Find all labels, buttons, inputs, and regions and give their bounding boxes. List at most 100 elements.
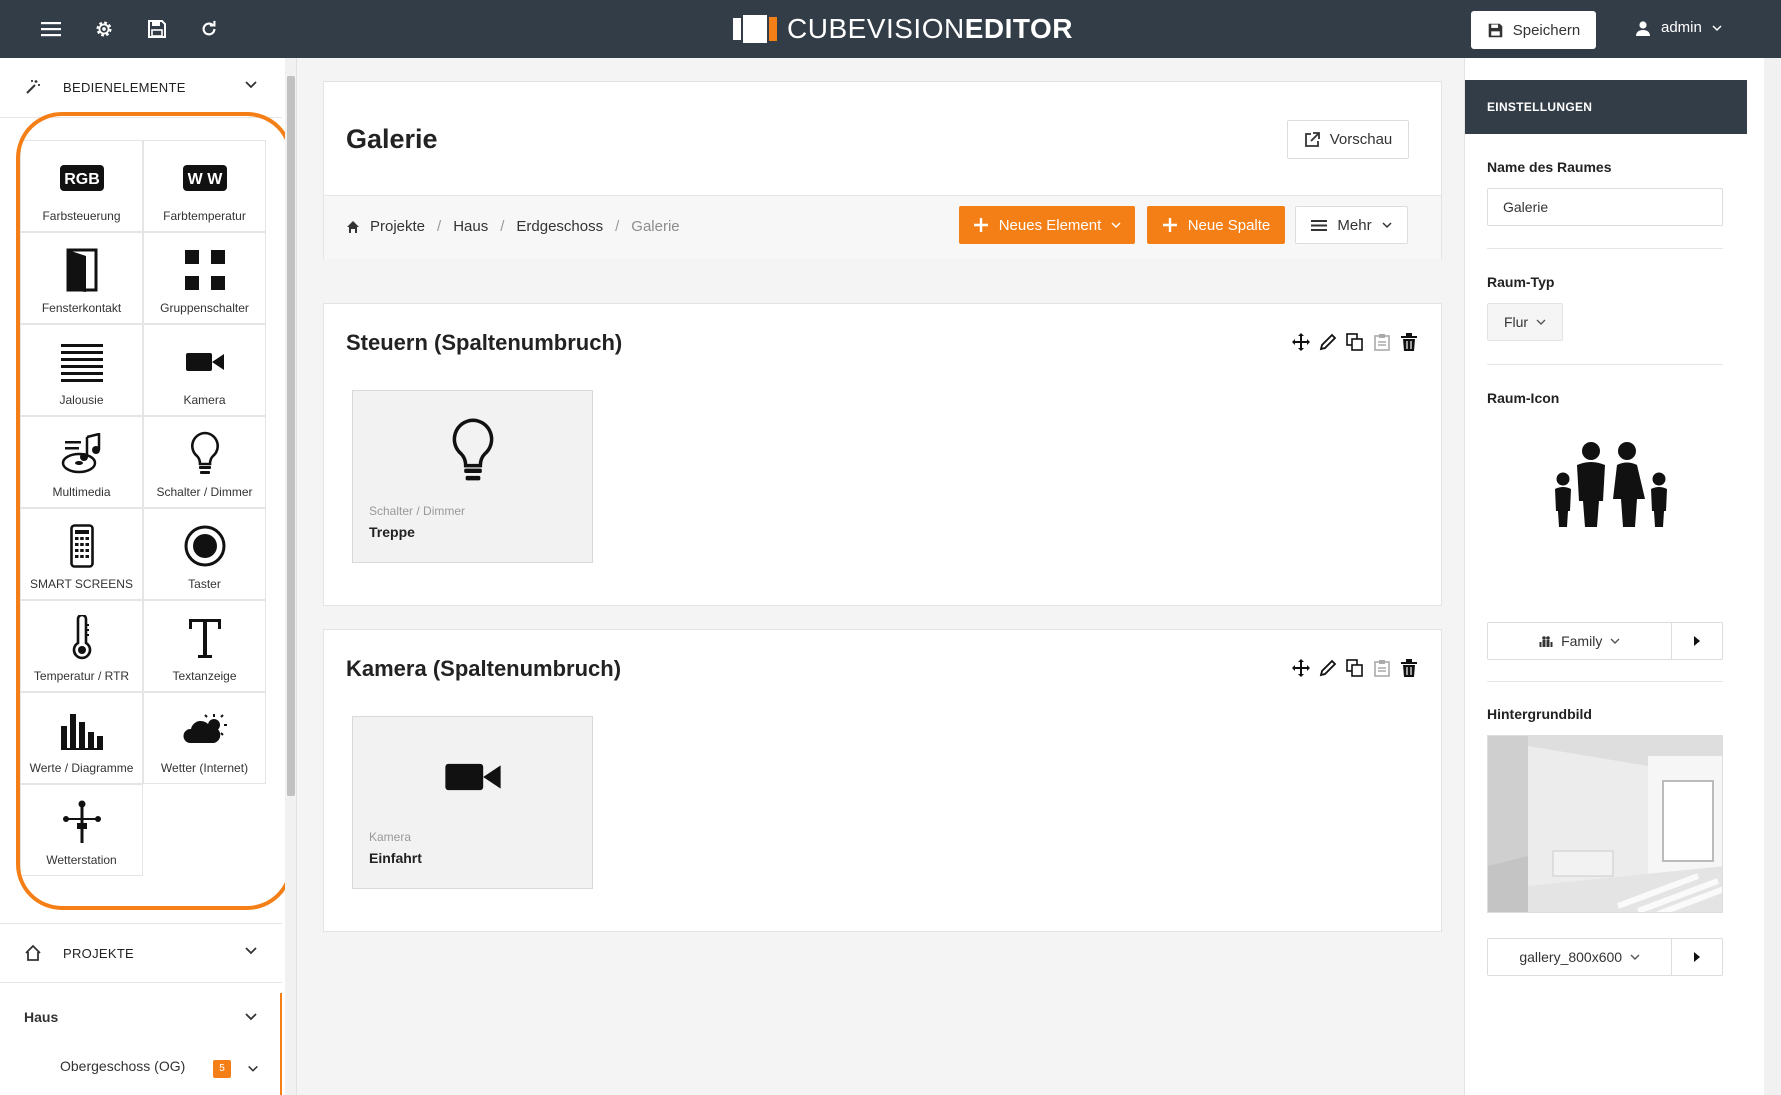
element-tile-fensterkontakt[interactable]: Fensterkontakt — [20, 232, 143, 324]
section-title: Kamera (Spaltenumbruch) — [346, 656, 622, 681]
move-icon[interactable] — [1291, 658, 1311, 678]
breadcrumb-item-projekte[interactable]: Projekte — [370, 218, 425, 235]
divider — [1487, 248, 1723, 249]
sidebar-scroll-thumb[interactable] — [287, 76, 295, 796]
room-icon-dropdown[interactable]: Family — [1488, 623, 1673, 659]
element-tile-werte-diagramme[interactable]: Werte / Diagramme — [20, 692, 143, 784]
element-tile-gruppenschalter[interactable]: Gruppenschalter — [143, 232, 266, 324]
floppy-disk-icon[interactable] — [142, 14, 172, 44]
room-name-label: Name des Raumes — [1487, 159, 1612, 175]
save-button-label: Speichern — [1512, 21, 1581, 39]
sidebar-section-label: BEDIENELEMENTE — [63, 80, 186, 95]
divider — [1487, 681, 1723, 682]
video-camera-icon — [353, 737, 592, 817]
tree-item-label: Haus — [24, 1009, 59, 1025]
text-t-icon — [144, 615, 265, 661]
element-tile-temperatur-rtr[interactable]: Temperatur / RTR — [20, 600, 143, 692]
element-tile-label: Fensterkontakt — [41, 301, 122, 315]
element-card-einfahrt[interactable]: Kamera Einfahrt — [352, 716, 593, 889]
weather-station-icon — [21, 799, 142, 845]
pencil-icon[interactable] — [1318, 658, 1338, 678]
more-button[interactable]: Mehr — [1295, 206, 1408, 244]
window-contact-icon — [21, 247, 142, 293]
room-type-select[interactable]: Flur — [1487, 303, 1563, 341]
sidebar-section-projekte[interactable]: PROJEKTE — [0, 923, 282, 983]
user-icon — [1636, 20, 1650, 36]
refresh-icon[interactable] — [194, 14, 224, 44]
new-element-button[interactable]: Neues Element — [959, 206, 1135, 244]
room-type-value: Flur — [1503, 314, 1529, 330]
breadcrumb-bar: Projekte / Haus / Erdgeschoss / Galerie … — [324, 195, 1441, 259]
element-tile-schalter-dimmer[interactable]: Schalter / Dimmer — [143, 416, 266, 508]
element-tile-farbsteuerung[interactable]: RGB Farbsteuerung — [20, 140, 143, 232]
gear-icon[interactable] — [89, 14, 119, 44]
chevron-down-icon[interactable] — [247, 1062, 259, 1080]
plus-icon — [973, 218, 988, 232]
clipboard-icon[interactable] — [1372, 332, 1392, 352]
element-tile-textanzeige[interactable]: Textanzeige — [143, 600, 266, 692]
trash-icon[interactable] — [1399, 332, 1419, 352]
weather-icon — [144, 707, 265, 753]
breadcrumb-item-erdgeschoss[interactable]: Erdgeschoss — [516, 218, 603, 235]
bar-chart-icon — [21, 707, 142, 753]
chevron-down-icon — [1111, 222, 1121, 229]
room-name-input[interactable] — [1487, 188, 1723, 226]
video-camera-icon — [144, 339, 265, 385]
cube-logo-icon — [733, 15, 779, 43]
save-button[interactable]: Speichern — [1471, 11, 1596, 49]
element-tile-multimedia[interactable]: Multimedia — [20, 416, 143, 508]
element-tile-kamera[interactable]: Kamera — [143, 324, 266, 416]
chevron-down-icon — [1712, 24, 1722, 31]
background-image-next-button[interactable] — [1672, 939, 1722, 975]
element-tile-jalousie[interactable]: Jalousie — [20, 324, 143, 416]
element-card-treppe[interactable]: Schalter / Dimmer Treppe — [352, 390, 593, 563]
new-column-button[interactable]: Neue Spalte — [1147, 206, 1285, 244]
element-tile-wetterstation[interactable]: Wetterstation — [20, 784, 143, 876]
tree-item-haus[interactable]: Haus — [0, 986, 282, 1048]
sidebar-section-bedienelemente[interactable]: BEDIENELEMENTE — [0, 58, 282, 118]
move-icon[interactable] — [1291, 332, 1311, 352]
breadcrumb: Projekte / Haus / Erdgeschoss / Galerie — [346, 218, 680, 235]
svg-text:RGB: RGB — [64, 171, 100, 188]
room-icon-next-button[interactable] — [1672, 623, 1722, 659]
user-menu[interactable]: admin — [1635, 19, 1722, 36]
copy-icon[interactable] — [1345, 658, 1365, 678]
home-icon — [347, 220, 359, 233]
floppy-disk-icon — [1488, 23, 1503, 37]
count-badge: 5 — [213, 1060, 231, 1078]
pencil-icon[interactable] — [1318, 332, 1338, 352]
chevron-down-icon — [244, 1010, 258, 1029]
section-toolbar — [1291, 332, 1419, 352]
family-icon — [1553, 441, 1669, 532]
page-scrollbar[interactable] — [1764, 58, 1781, 1095]
menu-icon[interactable] — [36, 14, 66, 44]
element-tile-label: Farbsteuerung — [42, 209, 121, 223]
copy-icon[interactable] — [1345, 332, 1365, 352]
chevron-down-icon — [244, 944, 258, 963]
ww-icon: W W — [144, 155, 265, 201]
element-tile-label: Schalter / Dimmer — [156, 485, 253, 499]
element-tile-taster[interactable]: Taster — [143, 508, 266, 600]
user-name: admin — [1661, 19, 1702, 36]
logo-text-light: CUBEVISION — [787, 13, 965, 44]
caret-right-icon — [1694, 952, 1701, 962]
settings-panel: EINSTELLUNGEN Name des Raumes Raum-Typ F… — [1464, 58, 1764, 1095]
chevron-down-icon — [1382, 222, 1392, 229]
element-tile-wetter-internet[interactable]: Wetter (Internet) — [143, 692, 266, 784]
element-card-name: Treppe — [369, 524, 415, 540]
preview-button[interactable]: Vorschau — [1287, 120, 1409, 159]
caret-right-icon — [1694, 636, 1701, 646]
background-image-preview — [1487, 735, 1723, 913]
family-icon — [1539, 635, 1553, 647]
chevron-down-icon — [244, 78, 258, 97]
clipboard-icon[interactable] — [1372, 658, 1392, 678]
section-title: Steuern (Spaltenumbruch) — [346, 330, 623, 355]
more-button-label: Mehr — [1337, 216, 1372, 234]
tree-item-obergeschoss[interactable]: Obergeschoss (OG) — [60, 1058, 185, 1074]
room-icon-value: Family — [1561, 633, 1603, 649]
element-tile-farbtemperatur[interactable]: W W Farbtemperatur — [143, 140, 266, 232]
background-image-dropdown[interactable]: gallery_800x600 — [1488, 939, 1673, 975]
breadcrumb-item-haus[interactable]: Haus — [453, 218, 488, 235]
trash-icon[interactable] — [1399, 658, 1419, 678]
element-tile-smart-screens[interactable]: SMART SCREENS — [20, 508, 143, 600]
